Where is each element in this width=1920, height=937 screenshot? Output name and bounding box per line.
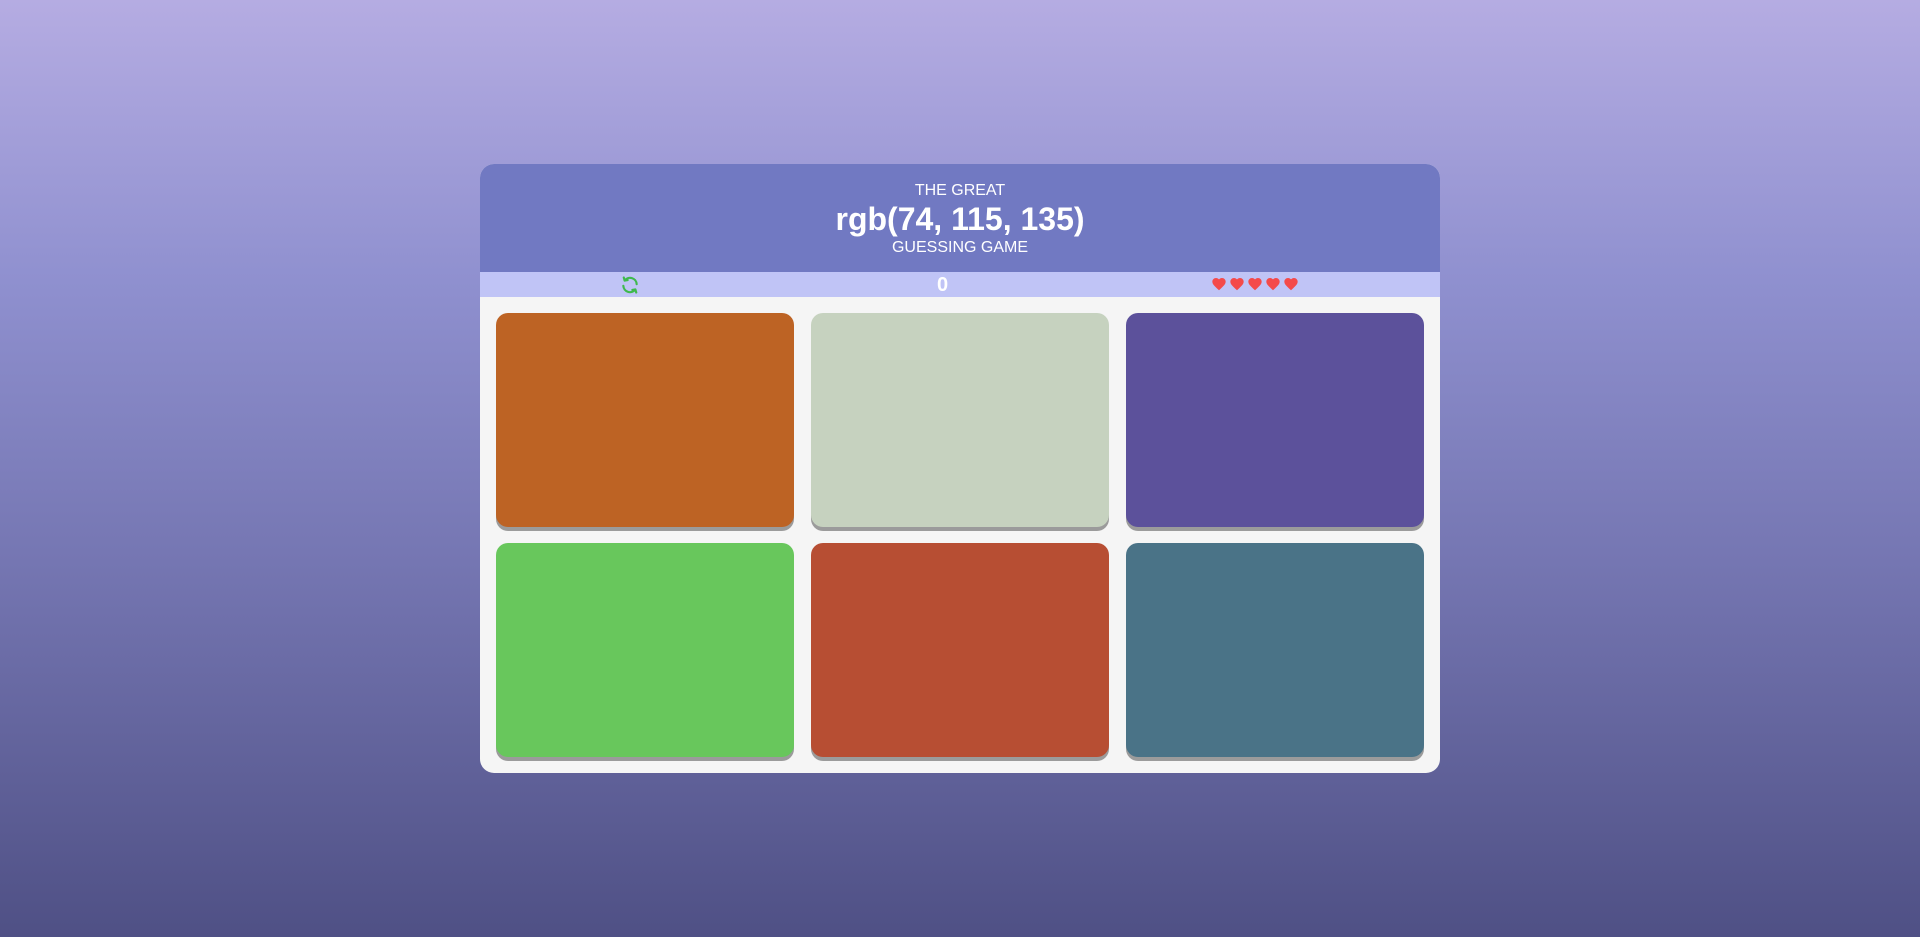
color-tile[interactable] — [496, 543, 794, 757]
heart-icon — [1229, 276, 1245, 297]
color-tile[interactable] — [811, 543, 1109, 757]
target-color-text: rgb(74, 115, 135) — [835, 201, 1085, 237]
heart-icon — [1247, 276, 1263, 297]
color-tile[interactable] — [496, 313, 794, 527]
title-bottom: GUESSING GAME — [891, 239, 1029, 256]
heart-icon — [1211, 276, 1227, 297]
game-header: THE GREAT rgb(74, 115, 135) GUESSING GAM… — [480, 164, 1440, 272]
color-tile[interactable] — [1126, 313, 1424, 527]
status-bar: 0 — [480, 272, 1440, 297]
heart-icon — [1265, 276, 1281, 297]
heart-icon — [1283, 276, 1299, 297]
color-tile[interactable] — [1126, 543, 1424, 757]
color-tile[interactable] — [811, 313, 1109, 527]
game-card: THE GREAT rgb(74, 115, 135) GUESSING GAM… — [480, 164, 1440, 773]
lives-indicator — [1211, 276, 1299, 297]
title-top: THE GREAT — [914, 182, 1006, 199]
